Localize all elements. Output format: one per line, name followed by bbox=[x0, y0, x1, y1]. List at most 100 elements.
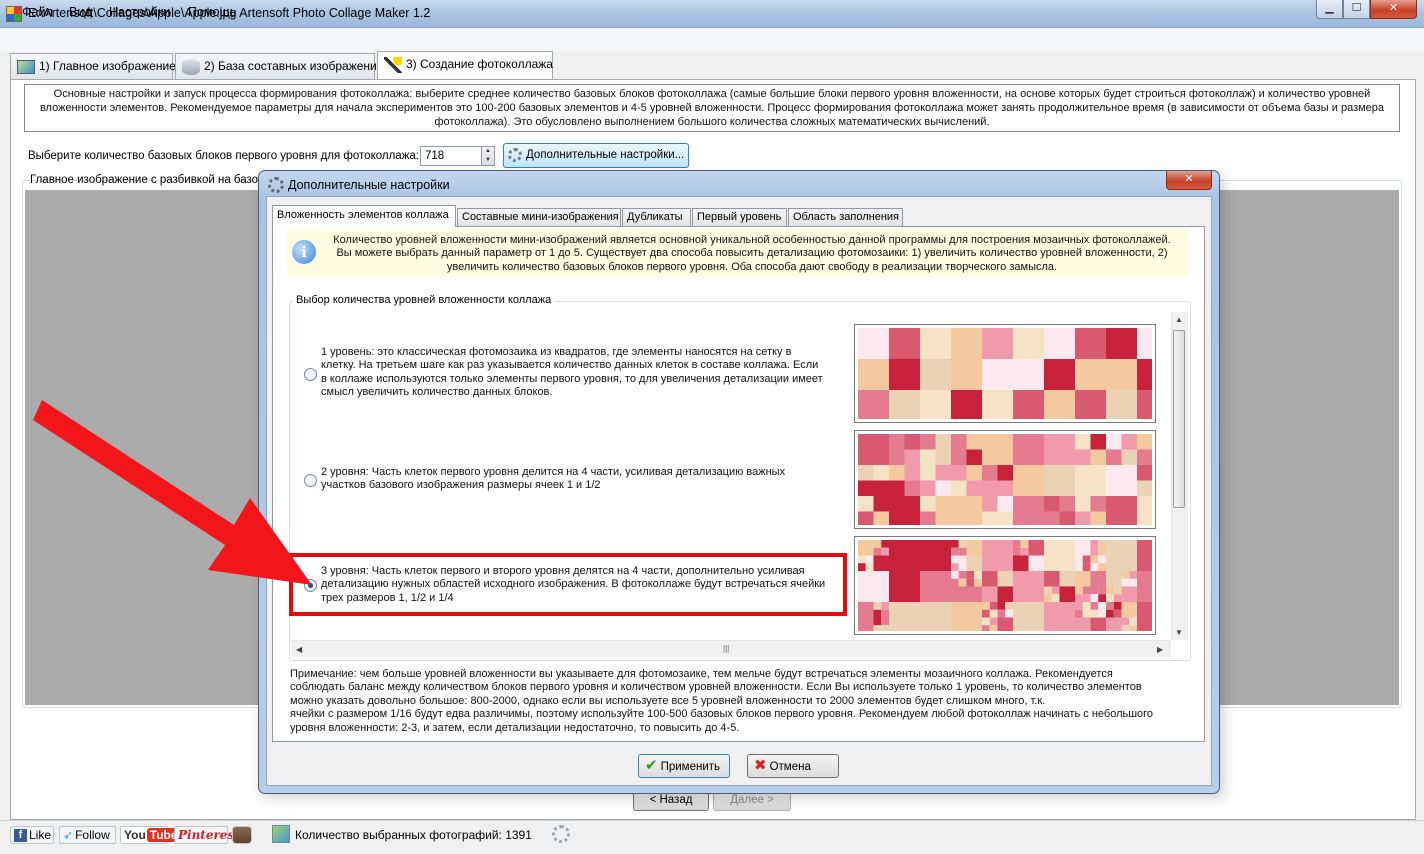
mosaic-tile bbox=[889, 602, 920, 633]
mosaic-tile bbox=[1075, 602, 1083, 610]
mosaic-tile bbox=[889, 465, 905, 481]
dialog-title: Дополнительные настройки bbox=[288, 178, 450, 192]
menu-file[interactable]: Файл bbox=[22, 5, 53, 19]
maximize-button[interactable]: ☐ bbox=[1343, 0, 1370, 19]
blocks-count-stepper[interactable]: ▲ ▼ bbox=[481, 146, 495, 166]
menu-help[interactable]: Помощь bbox=[188, 5, 236, 19]
mosaic-tile bbox=[951, 449, 967, 465]
advanced-settings-button[interactable]: Дополнительные настройки... bbox=[503, 143, 689, 168]
horizontal-scrollbar[interactable] bbox=[291, 640, 1171, 657]
mosaic-tile bbox=[1098, 594, 1106, 602]
mosaic-tile bbox=[1013, 465, 1044, 496]
tab-main-image[interactable]: 1) Главное изображение bbox=[10, 53, 176, 79]
mosaic-tile bbox=[935, 511, 951, 527]
mosaic-tile bbox=[935, 434, 951, 450]
mosaic-tile bbox=[889, 434, 905, 450]
mosaic-tile bbox=[951, 586, 967, 602]
mosaic-tile bbox=[1044, 594, 1052, 602]
mosaic-tile bbox=[920, 434, 936, 450]
arrow-shape bbox=[33, 400, 312, 585]
mosaic-tile bbox=[1106, 390, 1137, 421]
mosaic-tile bbox=[1075, 449, 1091, 465]
youtube-button[interactable]: You Tube bbox=[120, 826, 181, 844]
tab-nesting[interactable]: Вложенность элементов коллажа bbox=[272, 205, 456, 227]
tab-first-level[interactable]: Первый уровень bbox=[692, 208, 787, 226]
mosaic-tile bbox=[997, 465, 1013, 481]
mosaic-tile bbox=[951, 328, 982, 359]
twitter-follow-button[interactable]: ➶ Follow bbox=[59, 826, 116, 844]
scroll-down-arrow-icon[interactable]: ▼ bbox=[1175, 628, 1183, 637]
tab-image-database-label: 2) База составных изображений bbox=[204, 59, 384, 74]
blocks-count-label: Выберите количество базовых блоков перво… bbox=[28, 150, 419, 162]
tab-create-collage[interactable]: 3) Создание фотоколлажа bbox=[377, 51, 553, 80]
level-1-line: клетку. На третьем шаге как раз указывае… bbox=[321, 359, 819, 372]
twitter-follow-label: Follow bbox=[75, 828, 110, 842]
mosaic-tile bbox=[966, 449, 982, 465]
scroll-right-arrow-icon[interactable]: ▶ bbox=[1157, 645, 1163, 654]
close-button[interactable]: ✕ bbox=[1370, 0, 1417, 19]
note-text: Примечание: чем больше уровней вложеннос… bbox=[290, 668, 1190, 735]
mosaic-tile bbox=[1013, 390, 1044, 421]
level-2-line: 2 уровня: Часть клеток первого уровня де… bbox=[321, 466, 786, 478]
mosaic-tile bbox=[1121, 434, 1137, 450]
mosaic-tile bbox=[920, 496, 936, 512]
mosaic-tile bbox=[1090, 617, 1106, 633]
tab-image-database[interactable]: 2) База составных изображений bbox=[175, 53, 383, 79]
vertical-scroll-thumb[interactable] bbox=[1173, 330, 1185, 508]
app-icon bbox=[6, 6, 22, 22]
mosaic-tile bbox=[935, 480, 951, 496]
mosaic-tile bbox=[1044, 359, 1075, 390]
tab-fill-area[interactable]: Область заполнения bbox=[788, 208, 903, 226]
apply-button[interactable]: ✔ Применить bbox=[638, 754, 730, 778]
minimize-button[interactable]: ▁ bbox=[1316, 0, 1343, 19]
mosaic-tile bbox=[1075, 359, 1106, 390]
apply-label: Применить bbox=[660, 761, 720, 773]
mosaic-tile bbox=[1098, 563, 1106, 571]
tab-duplicates[interactable]: Дубликаты bbox=[622, 208, 691, 226]
mosaic-tile bbox=[1106, 465, 1137, 496]
menu-view[interactable]: Вид bbox=[69, 5, 92, 19]
mosaic-tile bbox=[1106, 571, 1122, 587]
mosaic-tile bbox=[951, 390, 982, 421]
cancel-button[interactable]: ✖ Отмена bbox=[747, 754, 839, 778]
mosaic-tile bbox=[1082, 555, 1091, 564]
blocks-count-input[interactable] bbox=[420, 146, 482, 166]
mosaic-tile bbox=[997, 480, 1013, 496]
mosaic-tile bbox=[1137, 496, 1168, 527]
mosaic-tile bbox=[865, 563, 874, 571]
mosaic-tile bbox=[920, 571, 951, 602]
scroll-grip-icon: ||| bbox=[723, 644, 730, 653]
mosaic-tile bbox=[881, 540, 889, 548]
mosaic-tile bbox=[1106, 602, 1114, 610]
mosaic-tile bbox=[1090, 540, 1099, 548]
menu-settings[interactable]: Настройки bbox=[109, 5, 170, 19]
mosaic-tile bbox=[958, 578, 967, 587]
menu-bar bbox=[0, 28, 1424, 52]
dialog-close-button[interactable]: ✕ bbox=[1166, 171, 1212, 190]
level-2-preview-image bbox=[854, 430, 1168, 529]
mosaic-tile bbox=[982, 602, 990, 610]
mosaic-tile bbox=[982, 359, 1013, 390]
mosaic-tile bbox=[1044, 571, 1060, 587]
mosaic-tile bbox=[873, 625, 882, 633]
facebook-like-button[interactable]: f Like bbox=[10, 826, 54, 844]
mosaic-tile bbox=[889, 496, 920, 527]
tab-mini-images[interactable]: Составные мини-изображения bbox=[457, 208, 621, 226]
mosaic-tile bbox=[958, 540, 967, 548]
scroll-left-arrow-icon[interactable]: ◀ bbox=[296, 645, 302, 654]
mosaic-tile bbox=[951, 602, 982, 633]
note-line: Примечание: чем больше уровней вложеннос… bbox=[290, 668, 1113, 680]
mosaic-tile bbox=[1129, 617, 1137, 626]
scroll-up-arrow-icon[interactable]: ▲ bbox=[1175, 315, 1183, 324]
pinterest-button[interactable]: Pinterest bbox=[174, 826, 240, 844]
mosaic-tile bbox=[1013, 602, 1044, 633]
mosaic-tile bbox=[920, 602, 951, 633]
mosaic-tile bbox=[1020, 547, 1029, 556]
instagram-icon[interactable] bbox=[232, 826, 252, 844]
mosaic-tile bbox=[1044, 390, 1075, 421]
mosaic-tile bbox=[1090, 586, 1099, 595]
mosaic-tile bbox=[858, 328, 889, 359]
mosaic-tile bbox=[858, 511, 874, 527]
mosaic-tile bbox=[1113, 602, 1122, 610]
mosaic-tile bbox=[858, 602, 874, 618]
